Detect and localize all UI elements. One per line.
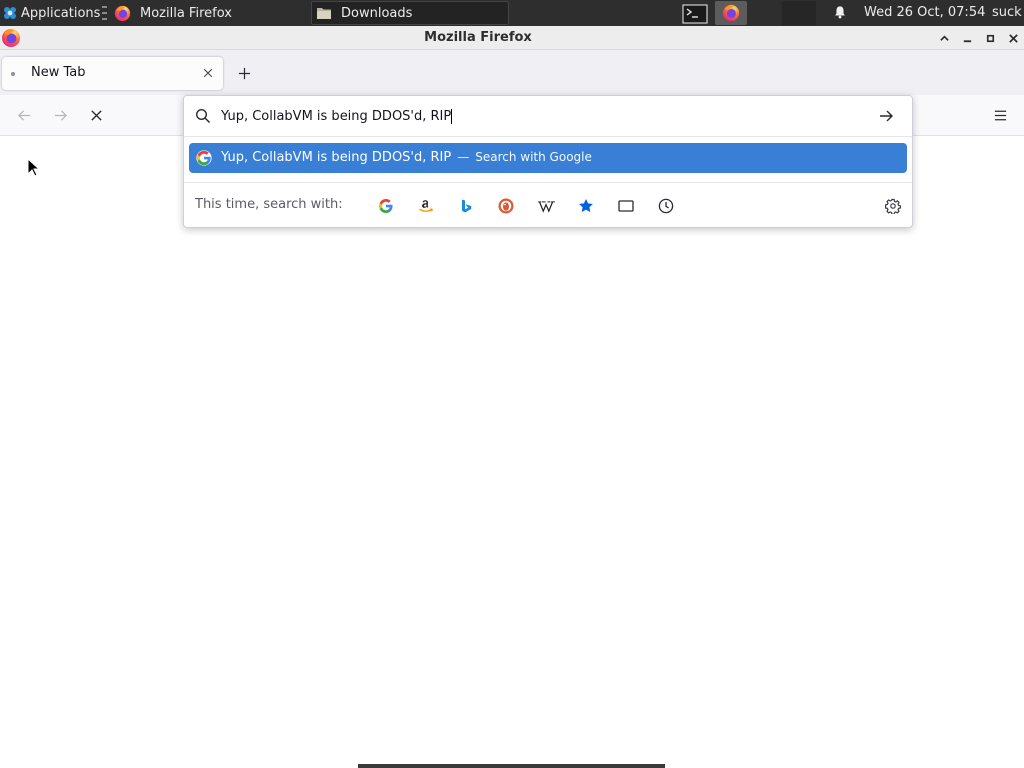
taskbar-item-downloads[interactable]: Downloads: [311, 1, 509, 25]
tab-strip: New Tab: [0, 50, 1024, 95]
window-title: Mozilla Firefox: [424, 30, 532, 45]
panel-separator: [102, 6, 107, 20]
popup-divider: [184, 136, 912, 137]
gear-icon[interactable]: [879, 192, 907, 220]
applications-label: Applications: [21, 5, 101, 21]
maximize-icon[interactable]: [980, 28, 1000, 48]
text-caret: [451, 108, 453, 124]
suggestion-action: Search with Google: [475, 150, 592, 164]
taskbar-item-firefox[interactable]: Mozilla Firefox: [110, 1, 310, 25]
bell-icon[interactable]: [833, 5, 849, 21]
tab-label: New Tab: [31, 65, 86, 80]
suggestion-row[interactable]: Yup, CollabVM is being DDOS'd, RIP — Sea…: [189, 143, 907, 173]
close-icon[interactable]: [198, 63, 218, 83]
search-with-row: This time, search with:: [184, 183, 912, 228]
google-icon[interactable]: [372, 192, 400, 220]
minimize-icon[interactable]: [957, 28, 977, 48]
bookmarks-star-icon[interactable]: [572, 192, 600, 220]
forward-arrow-icon[interactable]: [48, 103, 72, 127]
close-icon[interactable]: [1003, 28, 1023, 48]
bing-icon[interactable]: [452, 192, 480, 220]
panel-user[interactable]: suck: [992, 5, 1024, 20]
google-icon: [196, 150, 212, 166]
search-with-label: This time, search with:: [195, 197, 343, 212]
bottom-bar: [358, 764, 665, 768]
firefox-launcher[interactable]: [715, 1, 747, 25]
mouse-cursor-icon: [27, 158, 39, 177]
url-input[interactable]: Yup, CollabVM is being DDOS'd, RIP: [221, 109, 451, 124]
suggestion-text: Yup, CollabVM is being DDOS'd, RIP: [221, 150, 452, 165]
terminal-icon: [682, 3, 708, 24]
back-arrow-icon[interactable]: [12, 103, 36, 127]
tabs-icon[interactable]: [612, 192, 640, 220]
tab-loading-indicator: [11, 72, 15, 76]
panel-clock[interactable]: Wed 26 Oct, 07:54: [864, 5, 985, 20]
url-bar-popup: Yup, CollabVM is being DDOS'd, RIP Yup, …: [183, 95, 913, 228]
stop-icon[interactable]: [84, 103, 108, 127]
terminal-launcher[interactable]: [681, 3, 709, 24]
applications-menu-button[interactable]: Applications: [2, 3, 100, 23]
plus-icon[interactable]: [234, 63, 254, 83]
window-titlebar[interactable]: Mozilla Firefox: [0, 26, 1024, 50]
amazon-icon[interactable]: [412, 192, 440, 220]
taskbar-item-label: Downloads: [341, 5, 413, 21]
tab-new-tab[interactable]: New Tab: [2, 57, 223, 90]
shade-icon[interactable]: [934, 28, 954, 48]
hamburger-menu-icon[interactable]: [988, 103, 1012, 127]
xfce-menu-icon: [2, 5, 18, 21]
top-panel: Applications Mozilla Firefox Downloads W…: [0, 0, 1024, 26]
taskbar-item-label: Mozilla Firefox: [140, 5, 232, 21]
arrow-right-icon[interactable]: [878, 108, 894, 124]
suggestion-separator: —: [457, 150, 470, 164]
wikipedia-icon[interactable]: [532, 192, 560, 220]
firefox-icon: [722, 4, 740, 22]
workspace-switcher[interactable]: [782, 1, 816, 25]
search-icon: [195, 108, 211, 124]
suggestion-content: Yup, CollabVM is being DDOS'd, RIP — Sea…: [221, 150, 592, 165]
url-input-wrapper[interactable]: Yup, CollabVM is being DDOS'd, RIP: [221, 107, 453, 125]
url-bar[interactable]: Yup, CollabVM is being DDOS'd, RIP: [184, 96, 912, 136]
firefox-icon: [114, 5, 131, 22]
duckduckgo-icon[interactable]: [492, 192, 520, 220]
folder-icon: [316, 5, 332, 21]
history-icon[interactable]: [652, 192, 680, 220]
